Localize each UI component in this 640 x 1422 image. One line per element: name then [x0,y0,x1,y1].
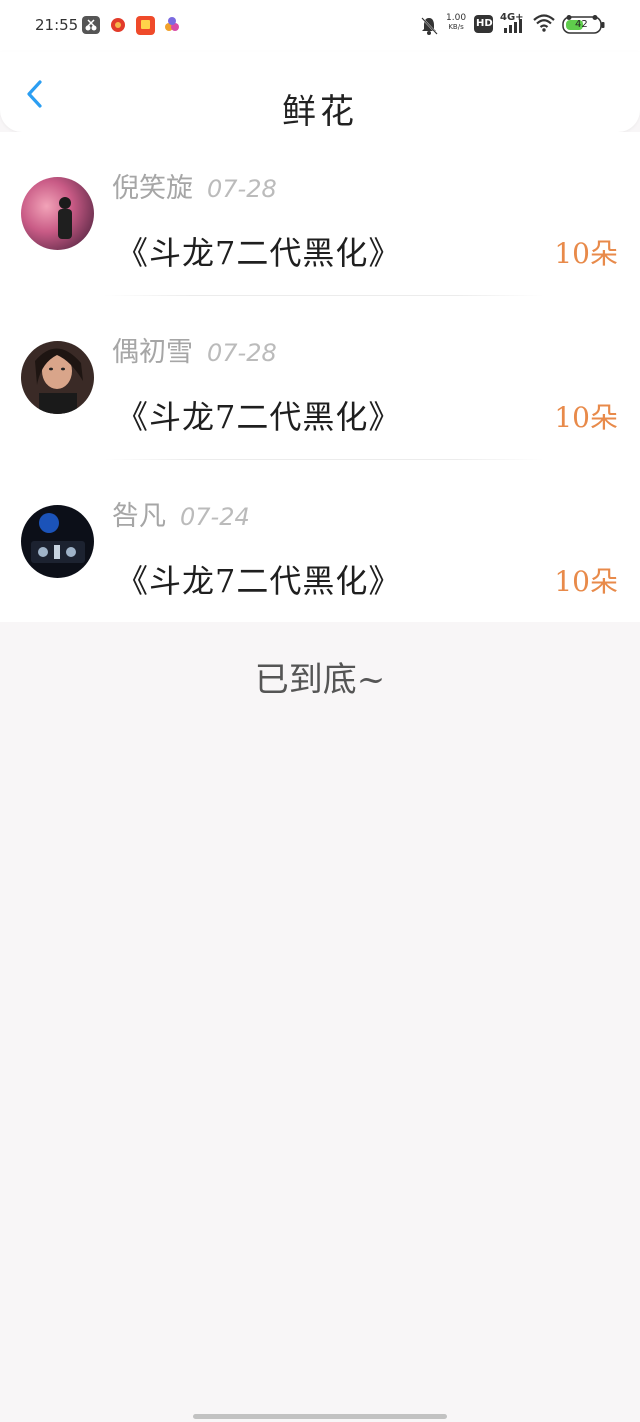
avatar-smoke-portrait-image [21,177,94,250]
status-bar: 21:55 1.00 KB/s HD 4G+ 42 [0,0,640,52]
flower-count: 10朵 [554,565,618,598]
avatar[interactable] [21,341,94,414]
network-speed: 1.00 KB/s [446,13,467,32]
gift-title: 《斗龙7二代黑化》 [116,234,402,272]
sender-line: 咎凡 07-24 [112,494,250,533]
gift-title: 《斗龙7二代黑化》 [116,398,402,436]
hd-icon: HD [474,15,493,37]
sender-name: 偶初雪 [112,337,193,368]
gift-list: 倪笑旋 07-28 《斗龙7二代黑化》 10朵 偶初雪 07-28 《斗龙7二代黑化… [0,132,640,622]
sender-line: 偶初雪 07-28 [112,330,277,369]
sender-line: 倪笑旋 07-28 [112,166,277,205]
navigation-header: 鲜花 [0,52,640,132]
avatar-woman-selfie-image [21,341,94,414]
status-time: 21:55 [35,16,79,34]
list-item[interactable]: 倪笑旋 07-28 《斗龙7二代黑化》 10朵 [0,132,640,296]
gift-date: 07-28 [207,175,277,203]
battery-icon: 42 [562,15,606,39]
wifi-icon [533,14,555,36]
colorful-app-icon [164,16,180,38]
flower-count: 10朵 [554,401,618,434]
page-title: 鲜花 [282,92,358,132]
shopping-app-icon [136,16,155,39]
gift-title: 《斗龙7二代黑化》 [116,562,402,600]
bell-muted-icon [420,16,438,40]
sender-name: 倪笑旋 [112,173,193,204]
home-indicator[interactable] [193,1414,447,1419]
scissors-app-icon [82,16,100,38]
end-of-list-text: 已到底~ [254,660,386,700]
flower-count: 10朵 [554,237,618,270]
gift-date: 07-24 [180,503,250,531]
list-item[interactable]: 偶初雪 07-28 《斗龙7二代黑化》 10朵 [0,296,640,460]
avatar-dj-mixer-image [21,505,94,578]
avatar[interactable] [21,505,94,578]
avatar[interactable] [21,177,94,250]
sender-name: 咎凡 [112,501,166,532]
gift-date: 07-28 [207,339,277,367]
cellular-signal-icon: 4G+ [500,12,526,38]
list-item[interactable]: 咎凡 07-24 《斗龙7二代黑化》 10朵 [0,460,640,622]
red-app-icon [110,16,126,36]
